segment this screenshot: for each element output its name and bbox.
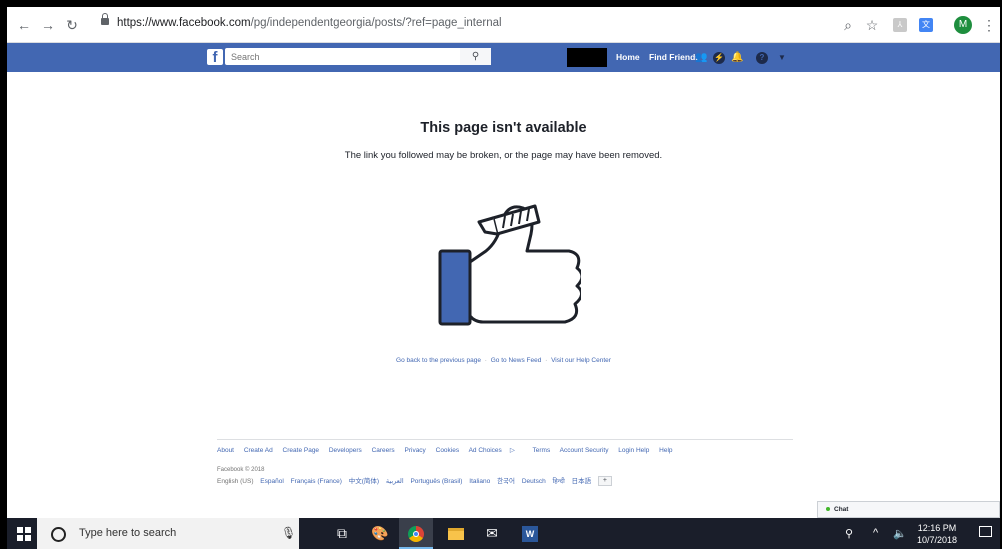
footer-link-ad-choices[interactable]: Ad Choices ▷ — [469, 447, 523, 454]
link-separator: · — [482, 357, 489, 364]
volume-icon[interactable]: 🔈 — [893, 527, 907, 540]
news-feed-link[interactable]: Go to News Feed — [491, 357, 542, 364]
word-app-icon[interactable]: W — [513, 518, 547, 549]
error-links: Go back to the previous page · Go to New… — [7, 357, 1000, 364]
clock-date: 10/7/2018 — [917, 535, 958, 545]
footer-link-terms[interactable]: Terms — [533, 447, 551, 454]
task-view-icon[interactable]: ⧉ — [325, 518, 359, 549]
language-link[interactable]: Italiano — [469, 478, 490, 485]
star-icon[interactable]: ☆ — [863, 16, 881, 34]
language-list: English (US) Español Français (France) 中… — [217, 475, 617, 487]
cortana-icon[interactable] — [51, 527, 66, 542]
zoom-icon[interactable]: ⌕ — [839, 16, 857, 34]
link-separator: · — [543, 357, 550, 364]
profile-avatar[interactable]: M — [954, 16, 972, 34]
taskbar-search-placeholder: Type here to search — [79, 527, 177, 539]
system-clock[interactable]: 12:16 PM 10/7/2018 — [917, 522, 957, 546]
messenger-icon[interactable]: ⚡ — [713, 52, 725, 64]
help-icon[interactable]: ? — [756, 52, 768, 64]
menu-icon[interactable]: ⋮ — [980, 16, 998, 34]
reload-icon[interactable]: ↻ — [63, 16, 81, 34]
ad-choices-icon: ▷ — [509, 447, 515, 454]
footer-link-privacy[interactable]: Privacy — [405, 447, 426, 454]
back-icon[interactable]: ← — [15, 16, 33, 34]
url-text[interactable]: https://www.facebook.com/pg/independentg… — [117, 17, 502, 29]
footer-link-help[interactable]: Help — [659, 447, 672, 454]
taskbar-search[interactable]: Type here to search 🎙 — [37, 518, 299, 549]
current-language: English (US) — [217, 478, 254, 485]
online-status-icon — [826, 507, 830, 512]
action-center-icon[interactable] — [979, 526, 992, 537]
language-link[interactable]: Français (France) — [291, 478, 342, 485]
mail-app-icon[interactable]: ✉ — [475, 518, 509, 549]
chrome-taskbar-icon[interactable] — [399, 518, 433, 549]
chevron-up-icon[interactable]: ^ — [873, 527, 878, 539]
footer-link-create-page[interactable]: Create Page — [283, 447, 320, 454]
clock-time: 12:16 PM — [917, 523, 957, 533]
more-languages-button[interactable]: + — [597, 476, 612, 487]
language-link[interactable]: Español — [260, 478, 284, 485]
page-subtitle: The link you followed may be broken, or … — [344, 150, 663, 161]
language-link[interactable]: 中文(简体) — [349, 478, 379, 485]
chat-bar[interactable]: Chat — [817, 501, 1000, 518]
file-explorer-icon[interactable] — [439, 518, 473, 549]
copyright: Facebook © 2018 — [217, 467, 265, 473]
footer-link-account-security[interactable]: Account Security — [560, 447, 609, 454]
lock-icon — [101, 13, 109, 25]
language-link[interactable]: العربية — [386, 478, 404, 485]
home-link[interactable]: Home — [616, 52, 640, 62]
translate-extension-icon[interactable]: 文 — [919, 18, 933, 32]
paint-app-icon[interactable]: 🎨 — [363, 518, 397, 549]
find-friends-link[interactable]: Find Friends — [649, 52, 700, 62]
facebook-header: f ⚲ Home Find Friends 👥 ⚡ 🔔 ? ▼ — [7, 43, 1000, 72]
notifications-icon[interactable]: 🔔 — [731, 52, 743, 64]
pdf-extension-icon[interactable]: ⅄ — [893, 18, 907, 32]
language-link[interactable]: 日本語 — [572, 478, 592, 485]
microphone-icon[interactable]: 🎙 — [281, 526, 296, 540]
facebook-logo[interactable]: f — [207, 49, 223, 66]
redacted-profile-name[interactable] — [567, 48, 607, 67]
footer-divider — [217, 439, 793, 440]
windows-start-icon[interactable] — [17, 527, 31, 541]
windows-taskbar: Type here to search 🎙 ⧉ 🎨 ✉ W ⚲ ^ 🔈 12:1… — [7, 518, 1000, 549]
chevron-down-icon[interactable]: ▼ — [776, 52, 788, 64]
footer-links: About Create Ad Create Page Developers C… — [217, 446, 681, 454]
forward-icon[interactable]: → — [39, 16, 57, 34]
broken-thumbs-up-icon — [438, 204, 581, 326]
previous-page-link[interactable]: Go back to the previous page — [396, 357, 481, 364]
people-icon[interactable]: ⚲ — [845, 527, 853, 540]
screen: ← → ↻ https://www.facebook.com/pg/indepe… — [7, 7, 1000, 549]
footer-link-login-help[interactable]: Login Help — [618, 447, 649, 454]
footer-link-cookies[interactable]: Cookies — [436, 447, 459, 454]
search-icon[interactable]: ⚲ — [460, 48, 491, 65]
footer-link-developers[interactable]: Developers — [329, 447, 362, 454]
language-link[interactable]: Português (Brasil) — [410, 478, 462, 485]
page-title: This page isn't available — [420, 120, 587, 136]
friend-requests-icon[interactable]: 👥 — [695, 52, 707, 64]
search-input[interactable] — [225, 48, 491, 65]
language-link[interactable]: Deutsch — [522, 478, 546, 485]
footer-link-create-ad[interactable]: Create Ad — [244, 447, 273, 454]
browser-toolbar: ← → ↻ https://www.facebook.com/pg/indepe… — [7, 7, 1000, 43]
language-link[interactable]: हिन्दी — [553, 478, 565, 485]
address-bar[interactable]: https://www.facebook.com/pg/independentg… — [93, 13, 907, 36]
language-link[interactable]: 한국어 — [497, 478, 515, 485]
main-content: This page isn't available The link you f… — [7, 72, 1000, 499]
help-center-link[interactable]: Visit our Help Center — [551, 357, 611, 364]
footer-link-careers[interactable]: Careers — [372, 447, 395, 454]
footer-link-about[interactable]: About — [217, 447, 234, 454]
